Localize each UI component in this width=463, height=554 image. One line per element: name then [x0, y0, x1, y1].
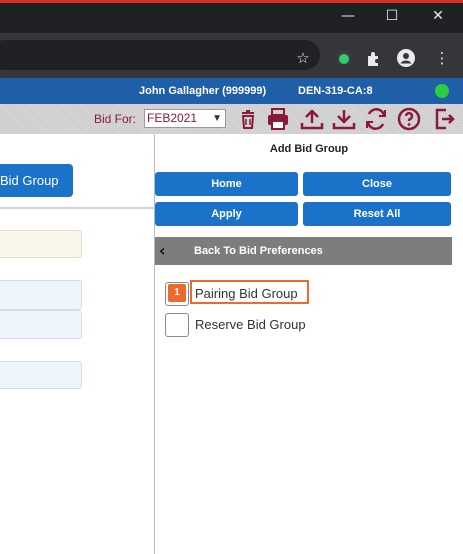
puzzle-icon[interactable]	[364, 48, 384, 68]
step-badge: 1	[168, 284, 186, 302]
home-button[interactable]: Home	[155, 172, 298, 196]
help-icon[interactable]	[397, 107, 421, 131]
trash-icon[interactable]	[236, 107, 260, 131]
browser-toolbar: ☆ ⋮	[0, 33, 463, 78]
panel-title: Add Bid Group	[269, 143, 349, 155]
upload-icon[interactable]	[300, 107, 324, 131]
bid-for-label: Bid For:	[94, 112, 137, 126]
app-toolbar: Bid For: FEB2021 ▼	[0, 104, 463, 134]
logout-icon[interactable]	[432, 107, 456, 131]
section-divider	[0, 207, 154, 209]
add-bid-group-panel: Add Bid Group Home Close Apply Reset All…	[155, 134, 463, 554]
bid-period-select[interactable]: FEB2021 ▼	[144, 109, 226, 128]
titlebar-accent	[0, 0, 463, 3]
profile-icon[interactable]	[396, 48, 416, 68]
status-indicator	[435, 84, 449, 98]
download-icon[interactable]	[332, 107, 356, 131]
add-bid-group-button[interactable]: Bid Group	[0, 164, 73, 197]
maximize-icon[interactable]: ☐	[382, 7, 402, 25]
star-icon[interactable]: ☆	[293, 48, 313, 68]
address-bar[interactable]	[0, 40, 320, 70]
user-name: John Gallagher (999999)	[139, 85, 267, 97]
print-icon[interactable]	[266, 107, 290, 131]
highlight-box	[190, 280, 309, 304]
left-field-4[interactable]	[0, 361, 82, 389]
chevron-left-icon: ‹	[159, 241, 166, 260]
close-icon[interactable]: ✕	[428, 7, 448, 25]
browser-titlebar: — ☐ ✕	[0, 0, 463, 33]
app-header: John Gallagher (999999) DEN-319-CA:8	[0, 78, 463, 104]
apply-button[interactable]: Apply	[155, 202, 298, 226]
option-reserve-bid-group[interactable]: Reserve Bid Group	[165, 313, 365, 337]
close-button[interactable]: Close	[303, 172, 451, 196]
more-icon[interactable]: ⋮	[432, 48, 452, 68]
left-field-2[interactable]	[0, 280, 82, 310]
back-to-bid-preferences[interactable]: ‹ Back To Bid Preferences	[155, 237, 452, 265]
checkbox[interactable]	[165, 313, 189, 337]
chevron-down-icon: ▼	[212, 113, 222, 124]
left-content-pane: Bid Group	[0, 134, 154, 554]
minimize-icon[interactable]: —	[338, 7, 358, 25]
extension-badge-icon[interactable]	[334, 48, 354, 68]
option-label: Reserve Bid Group	[195, 317, 306, 332]
reset-all-button[interactable]: Reset All	[303, 202, 451, 226]
refresh-icon[interactable]	[364, 107, 388, 131]
bid-period-value: FEB2021	[147, 111, 198, 125]
left-field-3[interactable]	[0, 310, 82, 339]
left-field-1[interactable]	[0, 230, 82, 258]
back-label: Back To Bid Preferences	[194, 245, 323, 257]
pairing-id: DEN-319-CA:8	[298, 85, 373, 97]
